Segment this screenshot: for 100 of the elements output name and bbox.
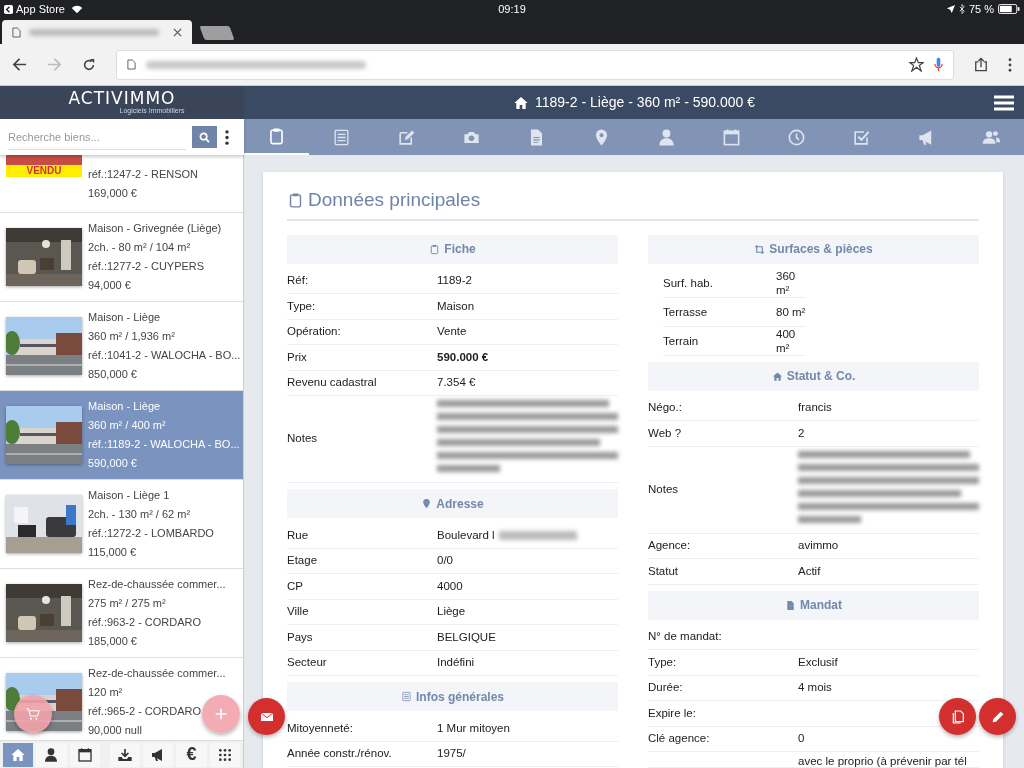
listing-text: 2ch. - 80 m² / 104 m² bbox=[88, 240, 191, 255]
search-button[interactable] bbox=[192, 126, 217, 148]
field-label: Réf: bbox=[287, 274, 309, 287]
home-icon bbox=[771, 370, 783, 382]
field-label: Année constr./rénov. bbox=[287, 747, 392, 760]
listing-text: 360 m² / 1,936 m² bbox=[88, 329, 175, 344]
sold-badge: VENDU bbox=[6, 165, 82, 177]
field-value: 0/0 bbox=[437, 553, 453, 569]
field-label: Notes bbox=[287, 432, 318, 445]
section-title: Fiche bbox=[444, 241, 476, 258]
listing-text: réf.:965-2 - CORDARO bbox=[88, 704, 202, 719]
field-value: 0 bbox=[798, 731, 805, 747]
user-icon bbox=[657, 127, 676, 147]
section-title: Statut & Co. bbox=[786, 368, 856, 385]
field-label: Pays bbox=[287, 630, 313, 643]
field-value: Maison bbox=[437, 298, 475, 314]
field-label: Notes bbox=[648, 482, 679, 495]
field-label: Rue bbox=[287, 528, 309, 541]
back-icon bbox=[4, 4, 13, 14]
more-icon[interactable] bbox=[1008, 57, 1012, 72]
bottom-nav-button[interactable] bbox=[143, 742, 174, 767]
listing-text: réf.:1272-2 - LOMBARDO bbox=[88, 526, 214, 541]
map-pin-icon bbox=[421, 498, 433, 509]
listing-text: Rez-de-chaussée commer... bbox=[88, 666, 226, 681]
close-icon[interactable] bbox=[173, 27, 182, 37]
bottom-nav-button[interactable] bbox=[109, 742, 141, 767]
listing-item[interactable]: VENDU réf.:1247-2 - RENSON 169,000 € bbox=[0, 155, 243, 213]
clock-icon bbox=[787, 127, 806, 147]
listing-price: 850,000 € bbox=[88, 367, 137, 382]
field-label: Surf. hab. bbox=[663, 276, 713, 289]
field-label: Type: bbox=[287, 299, 316, 312]
field-value: Indéfini bbox=[437, 655, 475, 671]
menu-icon[interactable] bbox=[994, 94, 1014, 111]
microphone-icon[interactable] bbox=[934, 56, 943, 73]
crop-icon bbox=[754, 243, 766, 255]
plus-icon bbox=[213, 706, 229, 722]
field-label: Web ? bbox=[648, 426, 682, 439]
listing-text: Maison - Liège 1 bbox=[88, 488, 170, 503]
field-value: Exclusif bbox=[798, 654, 838, 670]
field-label: Terrasse bbox=[663, 305, 708, 318]
field-label: Clé agence: bbox=[648, 732, 710, 745]
section-title: Surfaces & pièces bbox=[769, 241, 873, 258]
field-value: 4 mois bbox=[798, 680, 832, 696]
download-icon bbox=[116, 746, 133, 763]
field-label: Prix bbox=[287, 350, 307, 363]
listing-text: Maison - Liège bbox=[88, 399, 161, 414]
back-arrow-icon[interactable] bbox=[12, 57, 27, 72]
grid-icon bbox=[216, 746, 233, 763]
more-icon[interactable] bbox=[225, 129, 229, 145]
field-label: CP bbox=[287, 579, 303, 592]
location-icon bbox=[946, 5, 955, 13]
field-value: francis bbox=[798, 400, 832, 416]
bottom-nav-button[interactable] bbox=[36, 742, 67, 767]
field-label: Négo.: bbox=[648, 401, 682, 414]
clipboard-icon bbox=[429, 243, 441, 255]
listing-price: 94,000 € bbox=[88, 278, 131, 293]
home-icon bbox=[10, 746, 27, 763]
reload-icon[interactable] bbox=[82, 57, 96, 72]
listing-text: Maison - Grivegnée (Liège) bbox=[88, 221, 222, 236]
field-label: Opération: bbox=[287, 325, 341, 338]
star-icon[interactable] bbox=[909, 57, 924, 72]
field-value: avec le proprio (à prévenir par tél bbox=[798, 754, 967, 768]
cart-icon bbox=[25, 706, 41, 722]
list-icon bbox=[401, 691, 412, 702]
listing-price: 169,000 € bbox=[88, 186, 137, 201]
listing-price: 590,000 € bbox=[88, 456, 137, 471]
listing-price: 90,000 null bbox=[88, 723, 142, 738]
field-value: 1975/ bbox=[437, 746, 466, 762]
field-label: N° de mandat: bbox=[648, 630, 722, 643]
field-label: Agence: bbox=[648, 539, 691, 552]
field-label: Revenu cadastral bbox=[287, 376, 377, 389]
field-label: Type: bbox=[648, 655, 677, 668]
bottom-nav-button[interactable]: € bbox=[176, 742, 207, 767]
field-value: Liège bbox=[437, 604, 466, 620]
listing-text: Maison - Liège bbox=[88, 310, 161, 325]
field-label: Statut bbox=[648, 564, 679, 577]
back-app-label[interactable]: App Store bbox=[16, 0, 65, 18]
field-label: Terrain bbox=[663, 334, 699, 347]
share-icon[interactable] bbox=[974, 57, 988, 72]
bottom-nav-button[interactable] bbox=[209, 742, 240, 767]
page-heading: Données principales bbox=[308, 188, 481, 212]
listing-price: 115,000 € bbox=[88, 545, 137, 560]
battery-icon bbox=[998, 4, 1020, 14]
field-label: Ville bbox=[287, 605, 309, 618]
calendar-icon bbox=[76, 746, 93, 763]
search-field[interactable]: Recherche biens... bbox=[8, 124, 186, 150]
page-icon bbox=[127, 59, 136, 70]
field-label: Secteur bbox=[287, 656, 327, 669]
listing-price: 185,000 € bbox=[88, 634, 137, 649]
bottom-nav-button[interactable] bbox=[69, 742, 100, 767]
field-value: avimmo bbox=[798, 538, 839, 554]
new-tab[interactable] bbox=[199, 26, 235, 40]
listing-text: 275 m² / 275 m² bbox=[88, 596, 166, 611]
field-value: 360 m² bbox=[776, 268, 797, 297]
field-value: 2 bbox=[798, 425, 805, 441]
search-bar[interactable]: Recherche biens... bbox=[0, 119, 244, 155]
listing-text: réf.:1247-2 - RENSON bbox=[88, 167, 199, 182]
field-value: 1189-2 bbox=[437, 273, 472, 289]
section-title: Adresse bbox=[436, 495, 484, 513]
field-label: Durée: bbox=[648, 681, 683, 694]
